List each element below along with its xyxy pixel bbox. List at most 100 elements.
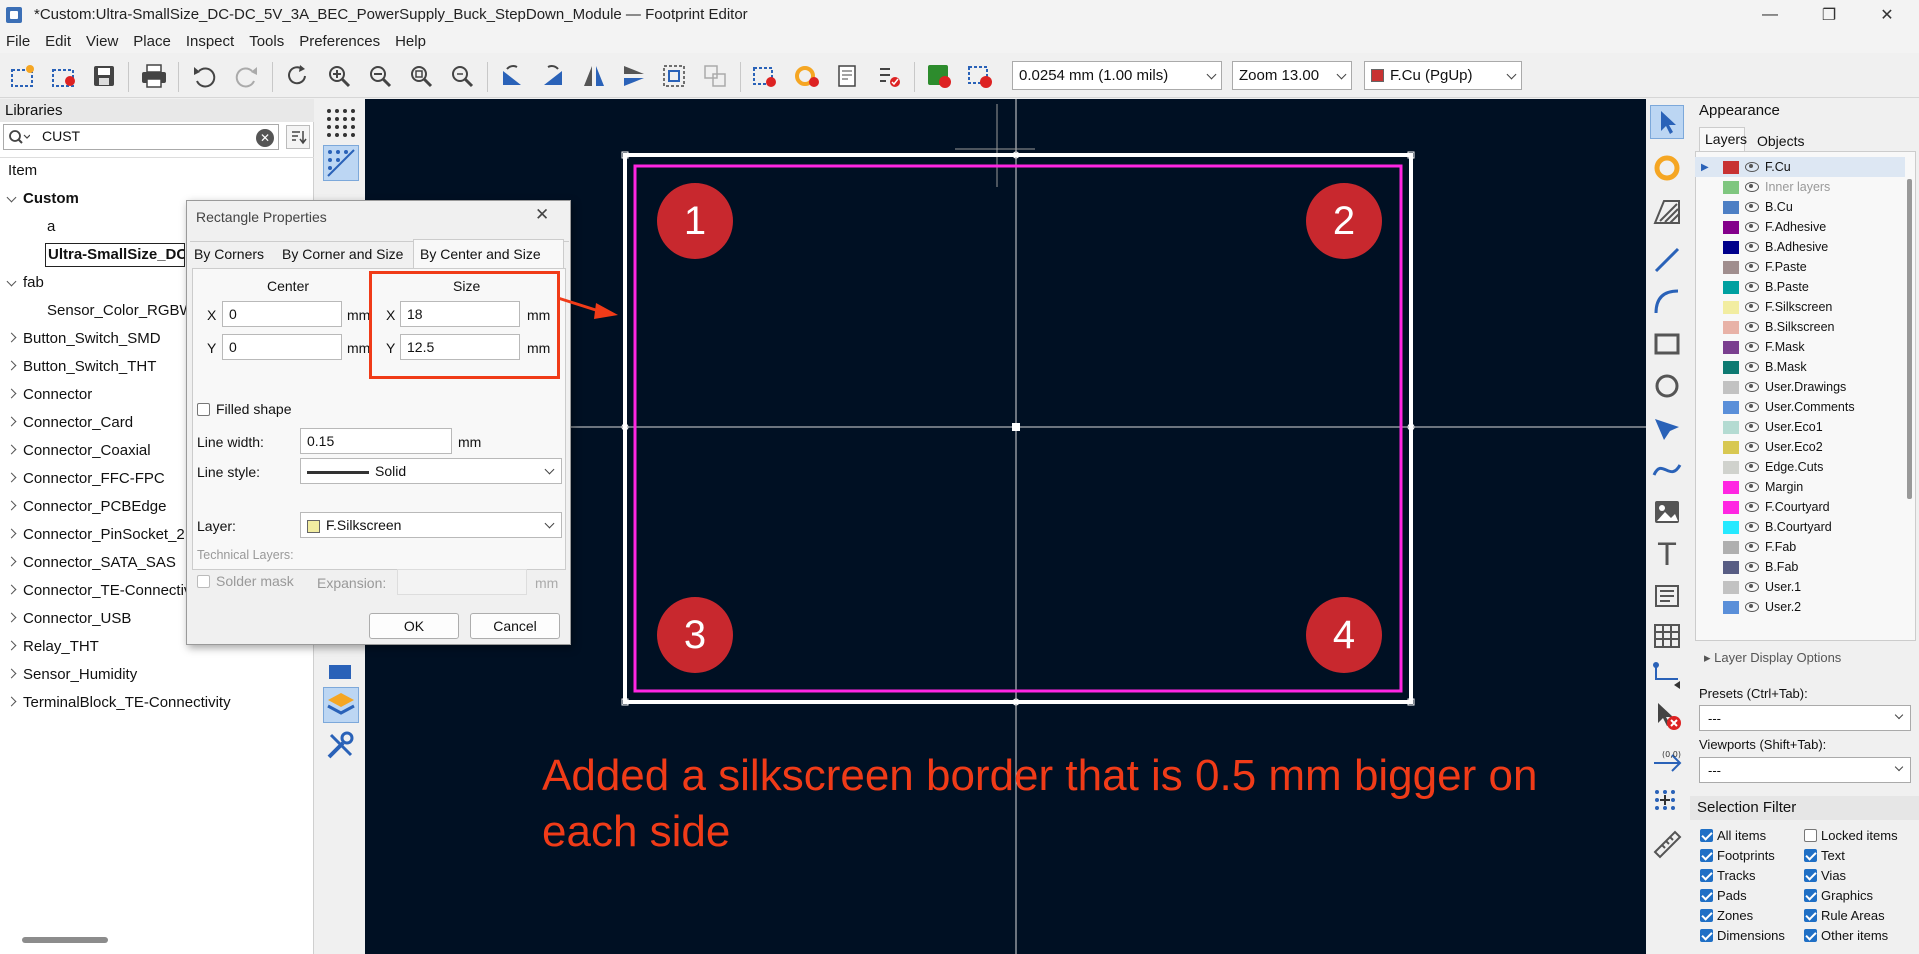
add-textbox-icon[interactable]: [1650, 579, 1684, 613]
eye-icon[interactable]: [1745, 282, 1759, 292]
filter-dimensions-checkbox[interactable]: Dimensions: [1700, 928, 1785, 943]
draw-circle-icon[interactable]: [1650, 369, 1684, 403]
layer-row[interactable]: Inner layers: [1695, 177, 1905, 197]
layer-color-swatch[interactable]: [1723, 600, 1739, 614]
rotate-ccw-icon[interactable]: [495, 59, 529, 93]
cancel-button[interactable]: Cancel: [470, 613, 560, 639]
eye-icon[interactable]: [1745, 502, 1759, 512]
menu-help[interactable]: Help: [395, 33, 426, 50]
zoom-out-icon[interactable]: [363, 59, 397, 93]
layer-row[interactable]: F.Fab: [1695, 537, 1905, 557]
layer-color-swatch[interactable]: [1723, 380, 1739, 394]
layers-manager-icon[interactable]: [323, 655, 359, 685]
grid-select[interactable]: 0.0254 mm (1.00 mils): [1012, 61, 1222, 90]
filter-pads-checkbox[interactable]: Pads: [1700, 888, 1747, 903]
filter-locked-items-checkbox[interactable]: Locked items: [1804, 828, 1898, 843]
eye-icon[interactable]: [1745, 182, 1759, 192]
tab-by-corners[interactable]: By Corners: [194, 246, 264, 262]
layer-color-swatch[interactable]: [1723, 580, 1739, 594]
zoom-selection-icon[interactable]: [445, 59, 479, 93]
active-layer-select[interactable]: F.Cu (PgUp): [1364, 61, 1522, 90]
layer-row[interactable]: User.Drawings: [1695, 377, 1905, 397]
rotate-cw-icon[interactable]: [536, 59, 570, 93]
menu-edit[interactable]: Edit: [45, 33, 71, 50]
zoom-in-icon[interactable]: [322, 59, 356, 93]
layer-row[interactable]: B.Mask: [1695, 357, 1905, 377]
footprint-item[interactable]: a: [47, 216, 55, 238]
select-tool-icon[interactable]: [1650, 105, 1684, 139]
add-dimension-icon[interactable]: [1650, 659, 1684, 693]
layer-row[interactable]: F.Paste: [1695, 257, 1905, 277]
library-item[interactable]: TerminalBlock_TE-Connectivity: [8, 692, 314, 714]
eye-icon[interactable]: [1745, 242, 1759, 252]
tab-objects[interactable]: Objects: [1757, 133, 1804, 149]
refresh-icon[interactable]: [280, 59, 314, 93]
create-footprint-icon[interactable]: [46, 59, 80, 93]
add-image-icon[interactable]: [1650, 495, 1684, 529]
group-icon[interactable]: [657, 59, 691, 93]
print-icon[interactable]: [137, 59, 171, 93]
insert-into-board-icon[interactable]: [963, 59, 997, 93]
pad-2[interactable]: 2: [1306, 183, 1382, 259]
sort-icon[interactable]: [286, 125, 310, 149]
layer-color-swatch[interactable]: [1723, 200, 1739, 214]
eye-icon[interactable]: [1745, 482, 1759, 492]
draw-rectangle-icon[interactable]: [1650, 327, 1684, 361]
layer-row[interactable]: F.Courtyard: [1695, 497, 1905, 517]
eye-icon[interactable]: [1745, 162, 1759, 172]
load-from-board-icon[interactable]: [922, 59, 956, 93]
filter-zones-checkbox[interactable]: Zones: [1700, 908, 1753, 923]
pad-4[interactable]: 4: [1306, 597, 1382, 673]
library-item[interactable]: Sensor_Humidity: [8, 664, 314, 686]
grid-overrides-icon[interactable]: [323, 145, 359, 181]
layer-row[interactable]: Margin: [1695, 477, 1905, 497]
layer-color-swatch[interactable]: [1723, 560, 1739, 574]
library-custom[interactable]: Custom: [6, 188, 79, 210]
eye-icon[interactable]: [1745, 262, 1759, 272]
layer-color-swatch[interactable]: [1723, 260, 1739, 274]
eye-icon[interactable]: [1745, 222, 1759, 232]
center-y-input[interactable]: 0: [222, 334, 342, 360]
layer-color-swatch[interactable]: [1723, 160, 1739, 174]
pad-properties-icon[interactable]: [790, 59, 824, 93]
layer-color-swatch[interactable]: [1723, 220, 1739, 234]
eye-icon[interactable]: [1745, 522, 1759, 532]
draw-arc-icon[interactable]: [1650, 285, 1684, 319]
footprint-checker-icon[interactable]: [831, 59, 865, 93]
minimize-button[interactable]: —: [1747, 0, 1793, 29]
eye-icon[interactable]: [1745, 302, 1759, 312]
layer-color-swatch[interactable]: [1723, 440, 1739, 454]
tab-layers[interactable]: Layers: [1699, 127, 1747, 151]
properties-tools-icon[interactable]: [323, 729, 359, 765]
pad-3[interactable]: 3: [657, 597, 733, 673]
drc-icon[interactable]: [872, 59, 906, 93]
footprint-item-selected[interactable]: Ultra-SmallSize_DC-DC_5V_3A_BEC_PowerSup…: [45, 243, 185, 267]
redo-icon[interactable]: [230, 59, 264, 93]
measure-tool-icon[interactable]: [1650, 827, 1684, 861]
layer-row[interactable]: User.1: [1695, 577, 1905, 597]
eye-icon[interactable]: [1745, 562, 1759, 572]
filter-other-items-checkbox[interactable]: Other items: [1804, 928, 1888, 943]
layer-row[interactable]: User.2: [1695, 597, 1905, 617]
layer-row[interactable]: B.Courtyard: [1695, 517, 1905, 537]
filter-text-checkbox[interactable]: Text: [1804, 848, 1845, 863]
zoom-fit-icon[interactable]: [404, 59, 438, 93]
set-origin-icon[interactable]: (0,0): [1650, 743, 1684, 777]
filter-all-items-checkbox[interactable]: All items: [1700, 828, 1766, 843]
library-fab[interactable]: fab: [6, 272, 44, 294]
filter-graphics-checkbox[interactable]: Graphics: [1804, 888, 1873, 903]
layer-row[interactable]: B.Cu: [1695, 197, 1905, 217]
eye-icon[interactable]: [1745, 342, 1759, 352]
filter-footprints-checkbox[interactable]: Footprints: [1700, 848, 1775, 863]
layer-row[interactable]: User.Eco1: [1695, 417, 1905, 437]
library-search-input[interactable]: CUST ✕: [3, 124, 279, 150]
layer-row[interactable]: B.Adhesive: [1695, 237, 1905, 257]
add-text-icon[interactable]: T: [1650, 537, 1684, 571]
eye-icon[interactable]: [1745, 422, 1759, 432]
layer-row[interactable]: User.Eco2: [1695, 437, 1905, 457]
zoom-select[interactable]: Zoom 13.00: [1232, 61, 1352, 90]
layer-color-swatch[interactable]: [1723, 500, 1739, 514]
eye-icon[interactable]: [1745, 542, 1759, 552]
eye-icon[interactable]: [1745, 462, 1759, 472]
viewports-select[interactable]: ---: [1699, 757, 1911, 783]
